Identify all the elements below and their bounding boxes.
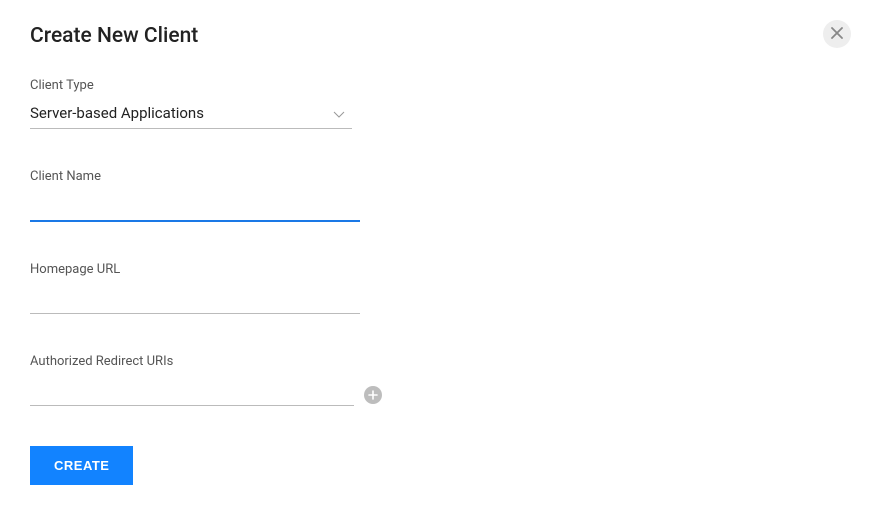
client-name-field: Client Name: [30, 169, 390, 222]
close-icon: [831, 27, 843, 42]
homepage-url-input[interactable]: [30, 287, 360, 314]
plus-icon: [368, 388, 378, 403]
homepage-url-label: Homepage URL: [30, 262, 390, 277]
client-type-select[interactable]: Server-based Applications: [30, 103, 352, 129]
create-button[interactable]: CREATE: [30, 446, 133, 485]
chevron-down-icon: [332, 105, 346, 124]
client-type-label: Client Type: [30, 78, 390, 93]
create-client-form: Create New Client Client Type Server-bas…: [0, 0, 420, 509]
homepage-url-field: Homepage URL: [30, 262, 390, 314]
client-name-input[interactable]: [30, 194, 360, 222]
client-name-label: Client Name: [30, 169, 390, 184]
client-type-value: Server-based Applications: [30, 104, 204, 122]
redirect-uri-input[interactable]: [30, 379, 354, 406]
close-button[interactable]: [823, 20, 851, 48]
add-uri-button[interactable]: [364, 386, 382, 404]
page-title: Create New Client: [30, 24, 390, 48]
redirect-uris-label: Authorized Redirect URIs: [30, 354, 390, 369]
redirect-uri-row: [30, 379, 382, 406]
redirect-uris-field: Authorized Redirect URIs: [30, 354, 390, 406]
client-type-field: Client Type Server-based Applications: [30, 78, 390, 129]
